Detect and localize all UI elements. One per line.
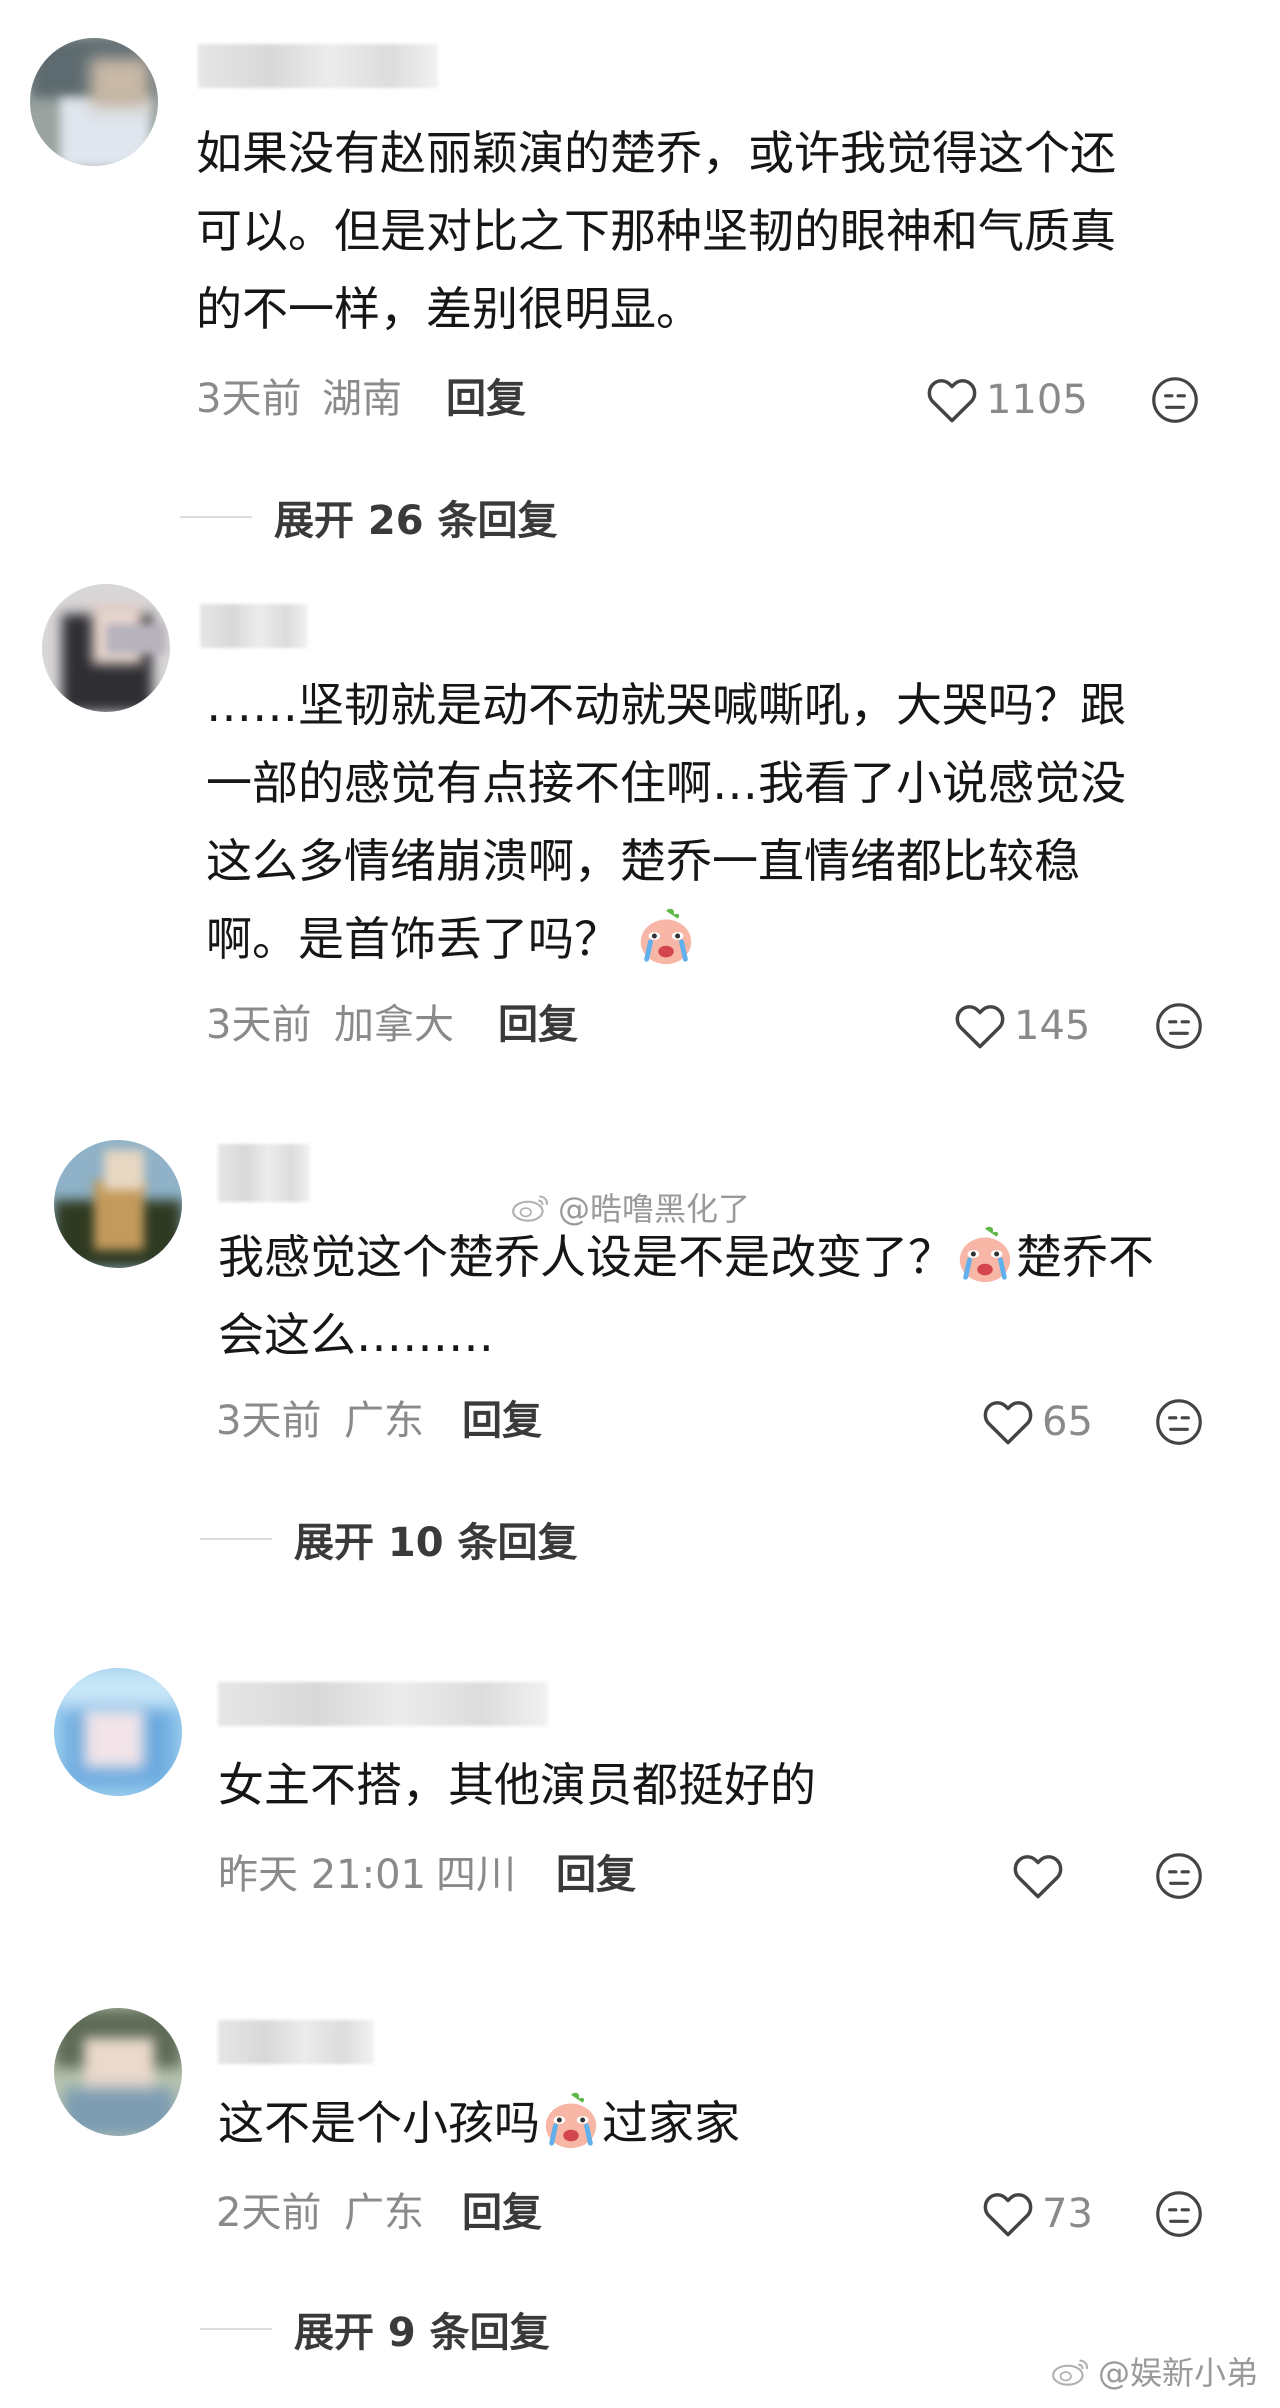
crying-face-emoji: [545, 2092, 597, 2149]
like-button[interactable]: 65: [982, 1394, 1093, 1450]
like-button[interactable]: 73: [982, 2186, 1093, 2242]
neutral-face-icon[interactable]: [1154, 1397, 1204, 1447]
comment-text-segment: 这不是个小孩吗: [218, 2096, 540, 2150]
username-blurred[interactable]: [218, 2020, 374, 2064]
comment-text-line: 的不一样，差别很明显。: [196, 282, 702, 336]
avatar[interactable]: [54, 2008, 182, 2136]
avatar[interactable]: [42, 584, 170, 712]
heart-outline-icon: [955, 1005, 1005, 1049]
expand-replies-label: 展开 10 条回复: [294, 1520, 578, 1566]
reply-button[interactable]: 回复: [462, 2188, 542, 2238]
like-button[interactable]: 145: [954, 998, 1090, 1054]
comment-time: 2天前: [216, 2190, 322, 2236]
expand-replies-label: 展开 26 条回复: [274, 498, 558, 544]
username-blurred[interactable]: [218, 1682, 548, 1726]
comment-text-line: 如果没有赵丽颖演的楚乔，或许我觉得这个还: [196, 126, 1116, 180]
like-count: 145: [1014, 1003, 1091, 1049]
expand-replies-button[interactable]: 展开 26 条回复: [180, 488, 558, 546]
avatar[interactable]: [54, 1140, 182, 1268]
weibo-logo-icon: [1052, 2359, 1088, 2386]
like-button[interactable]: [1012, 1848, 1072, 1904]
reply-button[interactable]: 回复: [462, 1396, 542, 1446]
comment-text-line: 这么多情绪崩溃啊，楚乔一直情绪都比较稳: [206, 834, 1080, 888]
reply-button[interactable]: 回复: [556, 1850, 636, 1900]
comment-time: 3天前: [206, 1002, 312, 1048]
crying-face-emoji: [959, 1226, 1011, 1283]
comment-text-line: 啊。是首饰丢了吗？: [206, 900, 697, 978]
neutral-face-icon[interactable]: [1150, 375, 1200, 425]
comment-text-segment: 楚乔不: [1016, 1230, 1154, 1284]
divider-line: [200, 1538, 272, 1540]
comment-text-line: 女主不搭，其他演员都挺好的: [218, 1758, 816, 1812]
comment-text-segment: 过家家: [602, 2096, 740, 2150]
username-blurred[interactable]: [198, 44, 438, 88]
neutral-face-icon[interactable]: [1154, 1001, 1204, 1051]
comment-time: 3天前: [216, 1398, 322, 1444]
like-button[interactable]: 1105: [926, 372, 1088, 428]
reply-button[interactable]: 回复: [446, 374, 526, 424]
divider-line: [200, 2328, 272, 2330]
reply-button[interactable]: 回复: [498, 1000, 578, 1050]
like-count: 65: [1042, 1399, 1093, 1445]
comment-time: 3天前: [196, 376, 302, 422]
comment-text-line: 一部的感觉有点接不住啊…我看了小说感觉没: [206, 756, 1126, 810]
username-blurred[interactable]: [218, 1144, 310, 1202]
watermark: @娱新小弟: [1050, 2348, 1258, 2394]
heart-outline-icon: [983, 2193, 1033, 2237]
username-blurred[interactable]: [200, 604, 308, 648]
heart-outline-icon: [983, 1401, 1033, 1445]
neutral-face-icon[interactable]: [1154, 2189, 1204, 2239]
comment-text-segment: 我感觉这个楚乔人设是不是改变了？: [218, 1230, 954, 1284]
expand-replies-button[interactable]: 展开 9 条回复: [200, 2300, 550, 2358]
watermark-text: @娱新小弟: [1098, 2354, 1259, 2392]
comment-location: 广东: [344, 1398, 424, 1444]
comment-location: 湖南: [322, 376, 402, 422]
neutral-face-icon[interactable]: [1154, 1851, 1204, 1901]
like-count: 73: [1042, 2191, 1093, 2237]
comment-time: 昨天 21:01: [218, 1852, 426, 1898]
heart-outline-icon: [1013, 1855, 1063, 1899]
divider-line: [180, 516, 252, 518]
comment-text-line: 会这么………: [218, 1308, 494, 1362]
expand-replies-button[interactable]: 展开 10 条回复: [200, 1510, 578, 1568]
crying-face-emoji: [640, 908, 691, 965]
avatar[interactable]: [54, 1668, 182, 1796]
avatar[interactable]: [30, 38, 158, 166]
comment-text-line: 这不是个小孩吗 过家家: [218, 2084, 740, 2162]
comment-text-line: 可以。但是对比之下那种坚韧的眼神和气质真: [196, 204, 1116, 258]
comment-location: 广东: [344, 2190, 424, 2236]
expand-replies-label: 展开 9 条回复: [294, 2310, 550, 2356]
comment-text-line: 我感觉这个楚乔人设是不是改变了？ 楚乔不: [218, 1218, 1154, 1296]
comment-text-line: ……坚韧就是动不动就哭喊嘶吼，大哭吗？跟: [206, 678, 1126, 732]
comment-location: 加拿大: [334, 1002, 454, 1048]
comment-location: 四川: [436, 1852, 516, 1898]
heart-outline-icon: [927, 379, 977, 423]
comment-text-segment: 啊。是首饰丢了吗？: [206, 912, 620, 966]
like-count: 1105: [986, 377, 1088, 423]
